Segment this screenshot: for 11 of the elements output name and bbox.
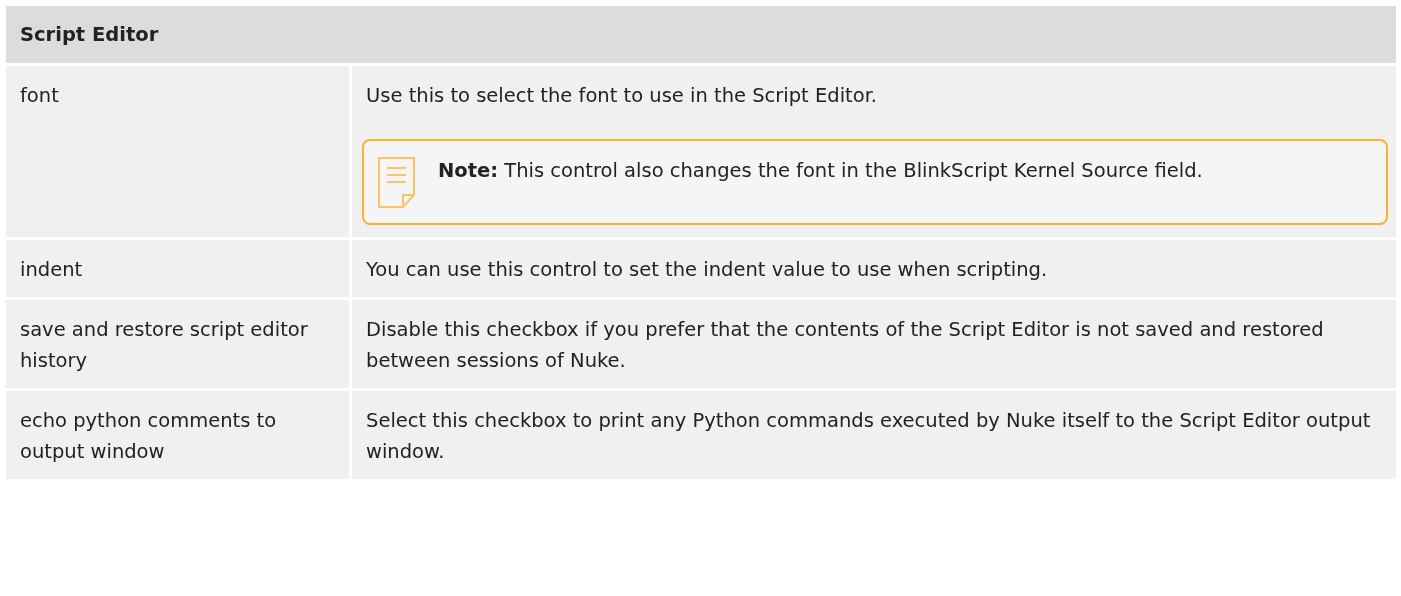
- setting-name-cell: save and restore script editor history: [6, 300, 349, 388]
- setting-name-cell: font: [6, 66, 349, 237]
- setting-name-cell: indent: [6, 240, 349, 297]
- setting-description: You can use this control to set the indent value to use when scripting.: [366, 258, 1048, 281]
- note-icon: [378, 155, 416, 211]
- table-header: Script Editor: [6, 6, 1396, 63]
- setting-description: Disable this checkbox if you prefer that the contents of the Script Editor is not saved and restored between sessions of Nuke.: [366, 318, 1324, 372]
- setting-name-cell: echo python comments to output window: [6, 391, 349, 479]
- setting-description: Use this to select the font to use in the Script Editor.: [366, 84, 878, 107]
- note-text: Note: This control also changes the font in the BlinkScript Kernel Source field.: [438, 158, 1203, 184]
- setting-description: Select this checkbox to print any Python commands executed by Nuke itself to the Script Editor output window.: [366, 409, 1371, 463]
